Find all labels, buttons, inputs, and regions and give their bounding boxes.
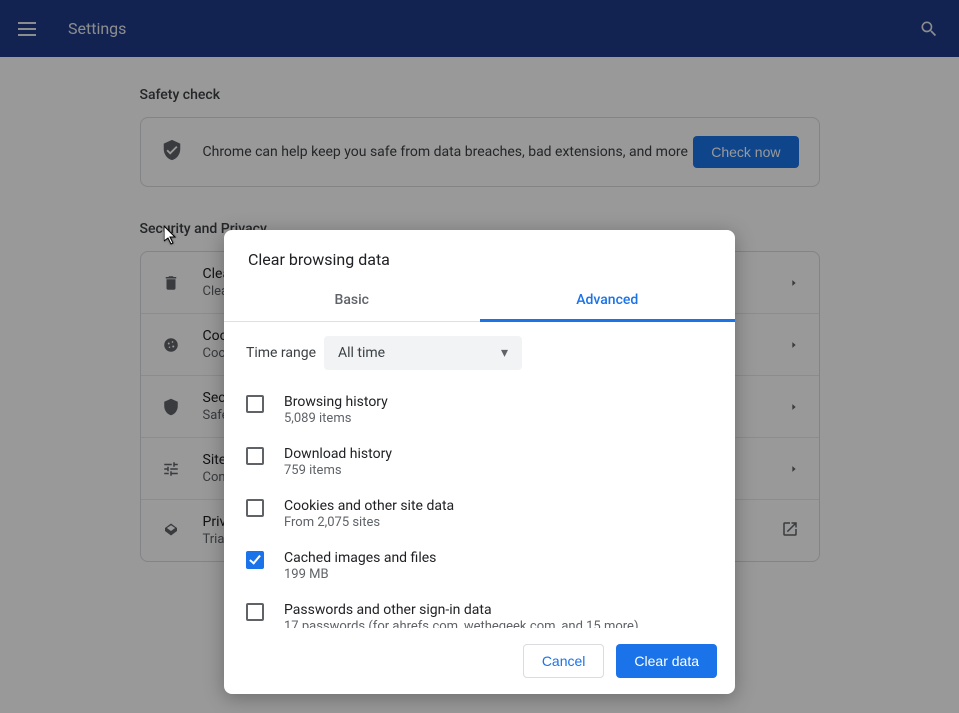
clear-item-row: Cookies and other site dataFrom 2,075 si… bbox=[246, 488, 713, 540]
time-range-select[interactable]: All time ▾ bbox=[324, 336, 522, 370]
clear-item-row: Browsing history5,089 items bbox=[246, 384, 713, 436]
dialog-footer: Cancel Clear data bbox=[224, 628, 735, 694]
clear-data-button[interactable]: Clear data bbox=[616, 644, 717, 678]
time-range-label: Time range bbox=[246, 345, 324, 361]
tab-basic[interactable]: Basic bbox=[224, 281, 480, 321]
checkbox[interactable] bbox=[246, 447, 264, 465]
item-title: Cookies and other site data bbox=[284, 498, 454, 514]
item-title: Download history bbox=[284, 446, 392, 462]
clear-item-row: Download history759 items bbox=[246, 436, 713, 488]
checkbox[interactable] bbox=[246, 499, 264, 517]
clear-item-row: Cached images and files199 MB bbox=[246, 540, 713, 592]
checkbox[interactable] bbox=[246, 603, 264, 621]
item-subtitle: 199 MB bbox=[284, 567, 436, 582]
tab-advanced[interactable]: Advanced bbox=[480, 281, 736, 322]
cancel-button[interactable]: Cancel bbox=[523, 644, 605, 678]
dialog-body: Time range All time ▾ Browsing history5,… bbox=[224, 322, 735, 628]
item-subtitle: 759 items bbox=[284, 463, 392, 478]
clear-browsing-dialog: Clear browsing data Basic Advanced Time … bbox=[224, 230, 735, 694]
item-title: Passwords and other sign-in data bbox=[284, 602, 638, 618]
dialog-tabs: Basic Advanced bbox=[224, 281, 735, 322]
item-subtitle: From 2,075 sites bbox=[284, 515, 454, 530]
time-range-value: All time bbox=[338, 345, 385, 361]
checkbox[interactable] bbox=[246, 395, 264, 413]
dialog-title: Clear browsing data bbox=[224, 230, 735, 281]
item-subtitle: 5,089 items bbox=[284, 411, 388, 426]
chevron-down-icon: ▾ bbox=[501, 345, 508, 361]
item-title: Cached images and files bbox=[284, 550, 436, 566]
checkbox[interactable] bbox=[246, 551, 264, 569]
item-subtitle: 17 passwords (for ahrefs.com, wethegeek.… bbox=[284, 619, 638, 628]
clear-item-row: Passwords and other sign-in data17 passw… bbox=[246, 592, 713, 628]
item-title: Browsing history bbox=[284, 394, 388, 410]
